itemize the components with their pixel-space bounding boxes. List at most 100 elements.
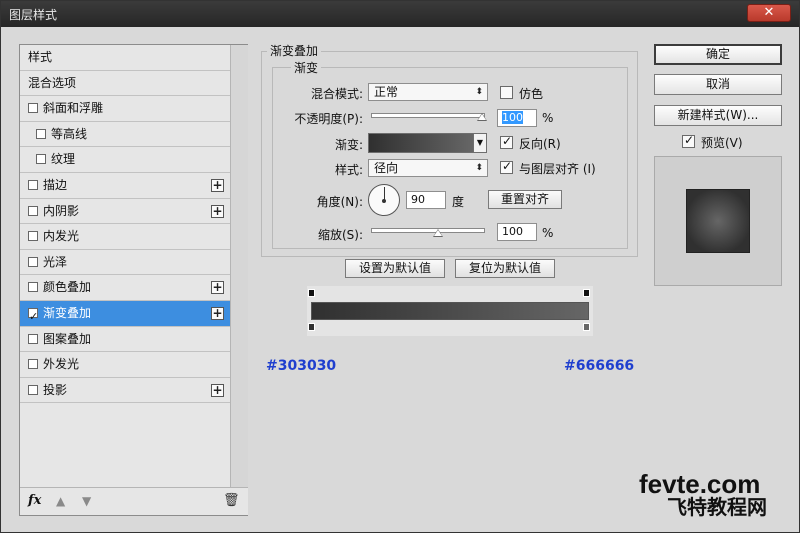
sidebar-item[interactable]: 内阴影 +: [20, 199, 230, 225]
blend-mode-label: 混合模式:: [310, 87, 363, 101]
sidebar-item-label: 纹理: [51, 152, 76, 167]
dither-label: 仿色: [519, 87, 544, 101]
scale-label: 缩放(S):: [317, 228, 363, 242]
preview-checkbox[interactable]: [682, 133, 695, 148]
opacity-slider[interactable]: [371, 113, 485, 118]
sidebar-item[interactable]: 外发光: [20, 352, 230, 378]
sidebar-item[interactable]: 渐变叠加 +: [20, 300, 230, 329]
set-as-default-button[interactable]: 设置为默认值: [345, 259, 445, 278]
reset-to-default-button[interactable]: 复位为默认值: [455, 259, 555, 278]
sidebar-item[interactable]: 图案叠加: [20, 327, 230, 353]
sidebar-item-label: 光泽: [43, 254, 68, 269]
styles-list: 样式混合选项斜面和浮雕等高线纹理描边 + 内阴影 + 内发光光泽颜色叠加 + 渐变叠加 + 图案…: [20, 45, 230, 404]
sidebar-item-checkbox[interactable]: [28, 205, 38, 216]
layer-style-dialog: 图层样式 ✕ 样式混合选项斜面和浮雕 等高线纹理描边 + 内阴影 + 内发光光泽颜色叠加 +…: [0, 0, 800, 533]
sidebar-item[interactable]: 投影 +: [20, 378, 230, 404]
style-label: 样式:: [334, 163, 363, 177]
sidebar-item-checkbox[interactable]: [28, 282, 38, 293]
opacity-stop-right[interactable]: [583, 289, 590, 297]
blend-mode-select[interactable]: 正常 ⬍: [368, 83, 488, 101]
sidebar-scrollbar[interactable]: [230, 45, 248, 515]
add-effect-icon[interactable]: +: [211, 281, 224, 295]
sidebar-item[interactable]: 纹理: [20, 147, 230, 173]
sidebar-item-checkbox[interactable]: [28, 333, 38, 344]
preview-area: [654, 156, 782, 286]
sidebar-item-checkbox[interactable]: [36, 154, 46, 165]
opacity-input[interactable]: 100: [497, 109, 537, 127]
scale-input[interactable]: 100: [497, 223, 537, 241]
gradient-swatch[interactable]: [368, 133, 474, 153]
sidebar-item-checkbox[interactable]: [28, 256, 38, 267]
move-up-icon[interactable]: ▲: [56, 494, 65, 508]
select-arrow-icon: ⬍: [475, 163, 483, 173]
sidebar-item[interactable]: 光泽: [20, 250, 230, 276]
add-effect-icon[interactable]: +: [211, 178, 224, 192]
angle-input[interactable]: 90: [406, 191, 446, 209]
sidebar-item-label: 混合选项: [28, 75, 77, 90]
ok-button[interactable]: 确定: [654, 44, 782, 65]
add-effect-icon[interactable]: +: [211, 204, 224, 218]
move-down-icon[interactable]: ▼: [82, 494, 91, 508]
sidebar-item-label: 外发光: [43, 357, 80, 372]
title-bar: 图层样式 ✕: [1, 1, 799, 27]
sidebar-item[interactable]: 描边 +: [20, 173, 230, 199]
reverse-checkbox[interactable]: [500, 134, 513, 149]
window-title: 图层样式: [9, 8, 58, 22]
cancel-button[interactable]: 取消: [654, 74, 782, 95]
sidebar-item[interactable]: 样式: [20, 45, 230, 71]
gradient-dropdown-arrow[interactable]: ▼: [473, 133, 487, 153]
sidebar-item-checkbox[interactable]: [28, 179, 38, 190]
style-value: 径向: [374, 161, 399, 175]
gradient-preview-strip[interactable]: [311, 302, 589, 320]
trash-icon[interactable]: 🗑: [223, 493, 240, 508]
reverse-label: 反向(R): [519, 137, 561, 151]
align-with-layer-checkbox[interactable]: [500, 159, 513, 174]
opacity-stop-left[interactable]: [308, 289, 315, 297]
sidebar-item[interactable]: 等高线: [20, 122, 230, 148]
add-effect-icon[interactable]: +: [211, 383, 224, 397]
gradient-subgroup-legend: 渐变: [291, 59, 322, 76]
style-select[interactable]: 径向 ⬍: [368, 159, 488, 177]
sidebar-item-checkbox[interactable]: [28, 231, 38, 242]
sidebar-item[interactable]: 内发光: [20, 224, 230, 250]
reset-alignment-button[interactable]: 重置对齐: [488, 190, 562, 209]
color-stop-right[interactable]: [583, 323, 590, 331]
close-button[interactable]: ✕: [747, 4, 791, 22]
angle-unit: 度: [452, 195, 465, 209]
sidebar-item-label: 颜色叠加: [43, 280, 92, 295]
sidebar-item-label: 内发光: [43, 229, 80, 244]
new-style-button[interactable]: 新建样式(W)...: [654, 105, 782, 126]
sidebar-item-checkbox[interactable]: [28, 103, 38, 114]
sidebar-footer: fx ▲ ▼ 🗑: [20, 487, 248, 515]
sidebar-item-checkbox[interactable]: [28, 384, 38, 395]
dither-checkbox[interactable]: [500, 86, 513, 99]
watermark-domain: fevte.com: [639, 469, 761, 499]
angle-dial[interactable]: [368, 184, 400, 216]
left-color-annotation: #303030: [266, 358, 337, 374]
sidebar-item-checkbox[interactable]: [28, 304, 38, 329]
right-color-annotation: #666666: [564, 358, 635, 374]
sidebar-item-checkbox[interactable]: [36, 128, 46, 139]
color-stop-left[interactable]: [308, 323, 315, 331]
sidebar-item-label: 图案叠加: [43, 331, 92, 346]
opacity-unit: %: [542, 111, 554, 125]
select-arrow-icon: ⬍: [475, 87, 483, 97]
watermark-site-name: 飞特教程网: [667, 497, 767, 519]
sidebar-item-label: 渐变叠加: [43, 305, 92, 320]
add-effect-icon[interactable]: +: [211, 306, 224, 320]
blend-mode-value: 正常: [374, 85, 399, 99]
opacity-slider-thumb[interactable]: [477, 113, 487, 121]
sidebar-item-label: 样式: [28, 50, 53, 64]
scale-slider-thumb[interactable]: [433, 229, 443, 237]
sidebar-item[interactable]: 斜面和浮雕: [20, 96, 230, 122]
scale-slider[interactable]: [371, 228, 485, 233]
sidebar-item[interactable]: 混合选项: [20, 71, 230, 97]
sidebar-item-label: 投影: [43, 382, 68, 397]
sidebar-item-checkbox[interactable]: [28, 359, 38, 370]
angle-label: 角度(N):: [316, 195, 363, 209]
preview-label: 预览(V): [701, 136, 743, 150]
watermark: fevte.com 飞特教程网: [639, 471, 799, 518]
sidebar-item[interactable]: 颜色叠加 +: [20, 275, 230, 301]
fx-icon[interactable]: fx: [28, 493, 41, 508]
gradient-editor-bar: [307, 286, 593, 336]
